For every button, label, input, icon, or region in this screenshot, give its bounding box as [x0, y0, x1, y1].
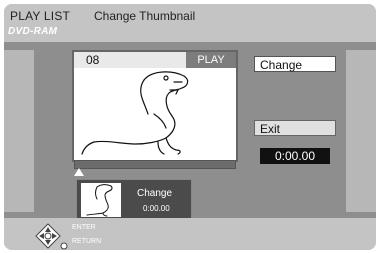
- enter-hint: ENTER: [72, 224, 96, 231]
- remote-navigation-icon: [35, 223, 68, 250]
- play-status-badge: PLAY: [186, 52, 236, 68]
- return-hint: RETURN: [72, 238, 102, 245]
- title-number: 08: [86, 53, 100, 67]
- right-strip: [346, 50, 376, 212]
- time-display: 0:00.00: [260, 148, 330, 164]
- progress-marker-icon: [74, 168, 84, 176]
- preview-window: 08 PLAY: [72, 50, 238, 162]
- preview-header: 08 PLAY: [74, 52, 236, 68]
- thumbnail-time: 0:00.00: [143, 204, 170, 213]
- dinosaur-thumbnail-icon: [81, 183, 121, 217]
- thumbnail-card[interactable]: Change 0:00.00: [76, 179, 192, 221]
- exit-button[interactable]: Exit: [254, 120, 336, 136]
- header-band: PLAY LIST Change Thumbnail DVD-RAM: [4, 4, 376, 42]
- menu-title: PLAY LIST: [10, 9, 71, 23]
- navigation-hint: ENTER RETURN: [28, 222, 118, 250]
- playback-progress-bar[interactable]: [74, 160, 236, 169]
- dvd-menu-screen: PLAY LIST Change Thumbnail DVD-RAM 08 PL…: [4, 4, 376, 250]
- thumbnail-change-label: Change: [137, 188, 173, 199]
- menu-subtitle: Change Thumbnail: [94, 9, 196, 23]
- left-strip: [4, 50, 34, 212]
- dinosaur-image: [74, 68, 236, 158]
- disc-type-label: DVD-RAM: [8, 26, 58, 37]
- change-button[interactable]: Change: [254, 56, 336, 72]
